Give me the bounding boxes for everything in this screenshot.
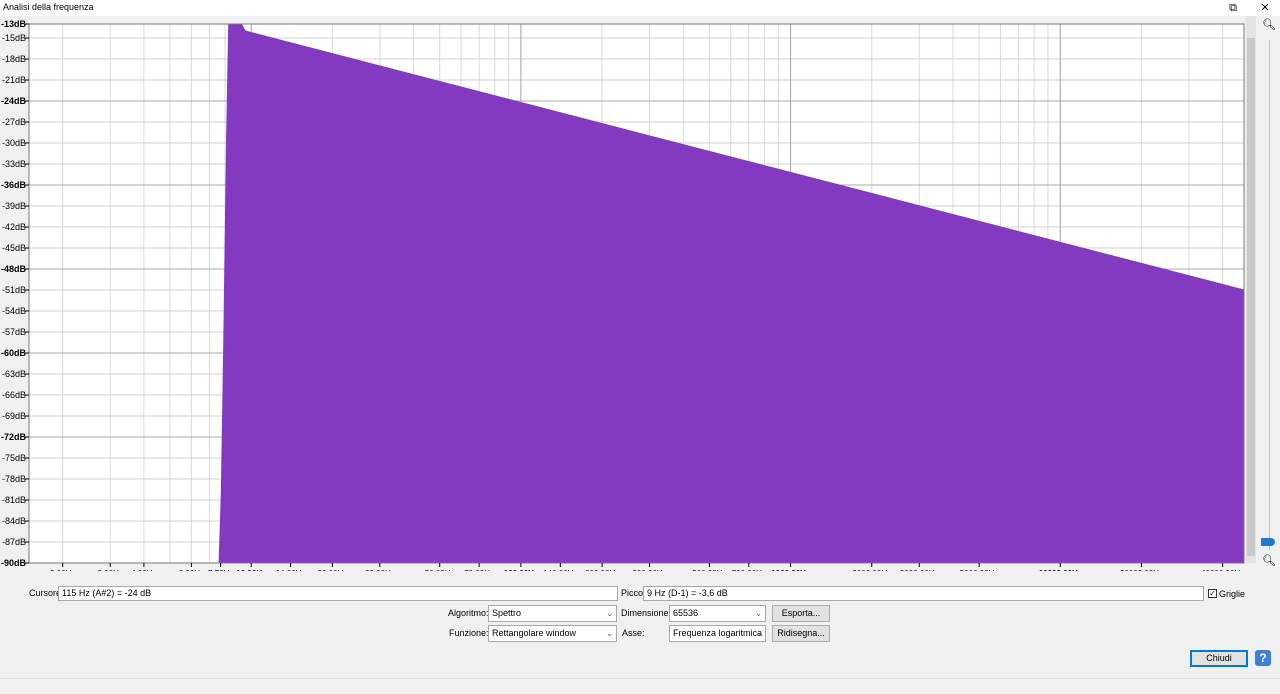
y-tick-label: -69dB xyxy=(2,411,26,421)
peak-label: Picco: xyxy=(621,588,646,598)
x-tick-label: 30,00Hz xyxy=(365,569,395,571)
y-tick-label: -39dB xyxy=(2,201,26,211)
y-tick-label: -81dB xyxy=(2,495,26,505)
y-tick-label: -84dB xyxy=(2,516,26,526)
y-tick-label: -33dB xyxy=(2,159,26,169)
function-value: Rettangolare window xyxy=(492,628,577,638)
window-title: Analisi della frequenza xyxy=(3,2,94,12)
scrollbar-thumb[interactable] xyxy=(1247,38,1255,556)
export-button[interactable]: Esporta... xyxy=(772,605,830,622)
y-tick-label: -24dB xyxy=(1,96,27,106)
size-value: 65536 xyxy=(673,608,699,618)
y-tick-label: -66dB xyxy=(2,390,26,400)
y-tick-label: -36dB xyxy=(1,180,27,190)
x-tick-label: 100,00Hz xyxy=(504,569,538,571)
frequency-plot[interactable]: -13dB -15dB -18dB -21dB -24dB -27dB -30dB -33dB… xyxy=(0,16,1260,571)
size-select[interactable]: 65536 ⌄ xyxy=(669,605,766,622)
algorithm-label: Algoritmo: xyxy=(448,608,489,618)
x-tick-label: 10000,00Hz xyxy=(1039,569,1082,571)
y-tick-label: -72dB xyxy=(1,432,27,442)
y-tick-label: -21dB xyxy=(2,75,26,85)
title-bar: Analisi della frequenza ⧉ ✕ xyxy=(0,0,1280,16)
y-tick-label: -63dB xyxy=(2,369,26,379)
close-icon[interactable]: ✕ xyxy=(1254,0,1276,16)
chevron-down-icon: ⌄ xyxy=(606,609,613,618)
x-tick-label: 700,00Hz xyxy=(732,569,766,571)
y-tick-label: -48dB xyxy=(1,264,27,274)
y-tick-label: -90dB xyxy=(1,558,27,568)
x-tick-label: 20,00Hz xyxy=(317,569,347,571)
y-tick-label: -51dB xyxy=(2,285,26,295)
x-tick-label: 500,00Hz xyxy=(692,569,726,571)
zoom-slider-thumb[interactable] xyxy=(1261,538,1275,546)
x-tick-label: 40000,00Hz xyxy=(1201,569,1244,571)
y-tick-label: -45dB xyxy=(2,243,26,253)
x-tick-label: 3000,00Hz xyxy=(900,569,939,571)
function-select[interactable]: Rettangolare window ⌄ xyxy=(488,625,617,642)
y-tick-label: -13dB xyxy=(1,19,27,29)
help-icon[interactable]: ? xyxy=(1255,650,1271,666)
y-tick-label: -78dB xyxy=(2,474,26,484)
chevron-down-icon: ⌄ xyxy=(755,609,762,618)
chevron-down-icon: ⌄ xyxy=(755,629,762,638)
axis-value: Frequenza logaritmica xyxy=(673,628,763,638)
status-bar xyxy=(0,678,1280,694)
x-tick-label: 140,00Hz xyxy=(543,569,577,571)
vertical-scrollbar[interactable] xyxy=(1246,16,1256,563)
peak-readout: 9 Hz (D-1) = -3,6 dB xyxy=(643,586,1204,601)
x-tick-label: 50,00Hz xyxy=(425,569,455,571)
y-tick-label: -30dB xyxy=(2,138,26,148)
x-tick-label: 70,00Hz xyxy=(464,569,494,571)
x-tick-label: 300,00Hz xyxy=(632,569,666,571)
x-tick-label: 5000,00Hz xyxy=(960,569,999,571)
x-tick-label: 10,00Hz xyxy=(236,569,266,571)
y-tick-label: -18dB xyxy=(2,54,26,64)
y-tick-label: -27dB xyxy=(2,117,26,127)
x-tick-label: 20000,00Hz xyxy=(1120,569,1163,571)
restore-icon[interactable]: ⧉ xyxy=(1222,0,1244,16)
axis-select[interactable]: Frequenza logaritmica ⌄ xyxy=(669,625,766,642)
x-tick-label: 14,00Hz xyxy=(276,569,306,571)
y-tick-label: -87dB xyxy=(2,537,26,547)
y-tick-label: -57dB xyxy=(2,327,26,337)
x-tick-label: 2000,00Hz xyxy=(852,569,891,571)
redraw-button[interactable]: Ridisegna... xyxy=(772,625,830,642)
zoom-in-icon[interactable]: 🔍︎ xyxy=(1262,18,1276,32)
x-tick-label: 200,00Hz xyxy=(585,569,619,571)
y-tick-label: -42dB xyxy=(2,222,26,232)
x-tick-label: 6,00Hz xyxy=(179,569,204,571)
cursor-readout: 115 Hz (A#2) = -24 dB xyxy=(58,586,618,601)
x-tick-label: 7,70Hz xyxy=(208,569,233,571)
x-tick-label: 4,00Hz xyxy=(131,569,156,571)
zoom-slider-track[interactable] xyxy=(1269,40,1270,550)
close-button[interactable]: Chiudi xyxy=(1190,650,1248,667)
function-label: Funzione: xyxy=(449,628,489,638)
grid-checkbox[interactable]: ✓ xyxy=(1208,589,1217,598)
x-tick-label: 2,00Hz xyxy=(50,569,75,571)
grid-label: Griglie xyxy=(1219,589,1246,599)
algorithm-select[interactable]: Spettro ⌄ xyxy=(488,605,617,622)
axis-label: Asse: xyxy=(622,628,645,638)
chevron-down-icon: ⌄ xyxy=(606,629,613,638)
y-tick-label: -60dB xyxy=(1,348,27,358)
y-tick-label: -15dB xyxy=(2,33,26,43)
y-tick-label: -75dB xyxy=(2,453,26,463)
x-tick-label: 3,00Hz xyxy=(98,569,123,571)
x-tick-label: 1000,00Hz xyxy=(771,569,810,571)
algorithm-value: Spettro xyxy=(492,608,522,618)
size-label: Dimensione: xyxy=(621,608,672,618)
y-tick-label: -54dB xyxy=(2,306,26,316)
zoom-out-icon[interactable]: 🔍︎ xyxy=(1262,554,1276,568)
